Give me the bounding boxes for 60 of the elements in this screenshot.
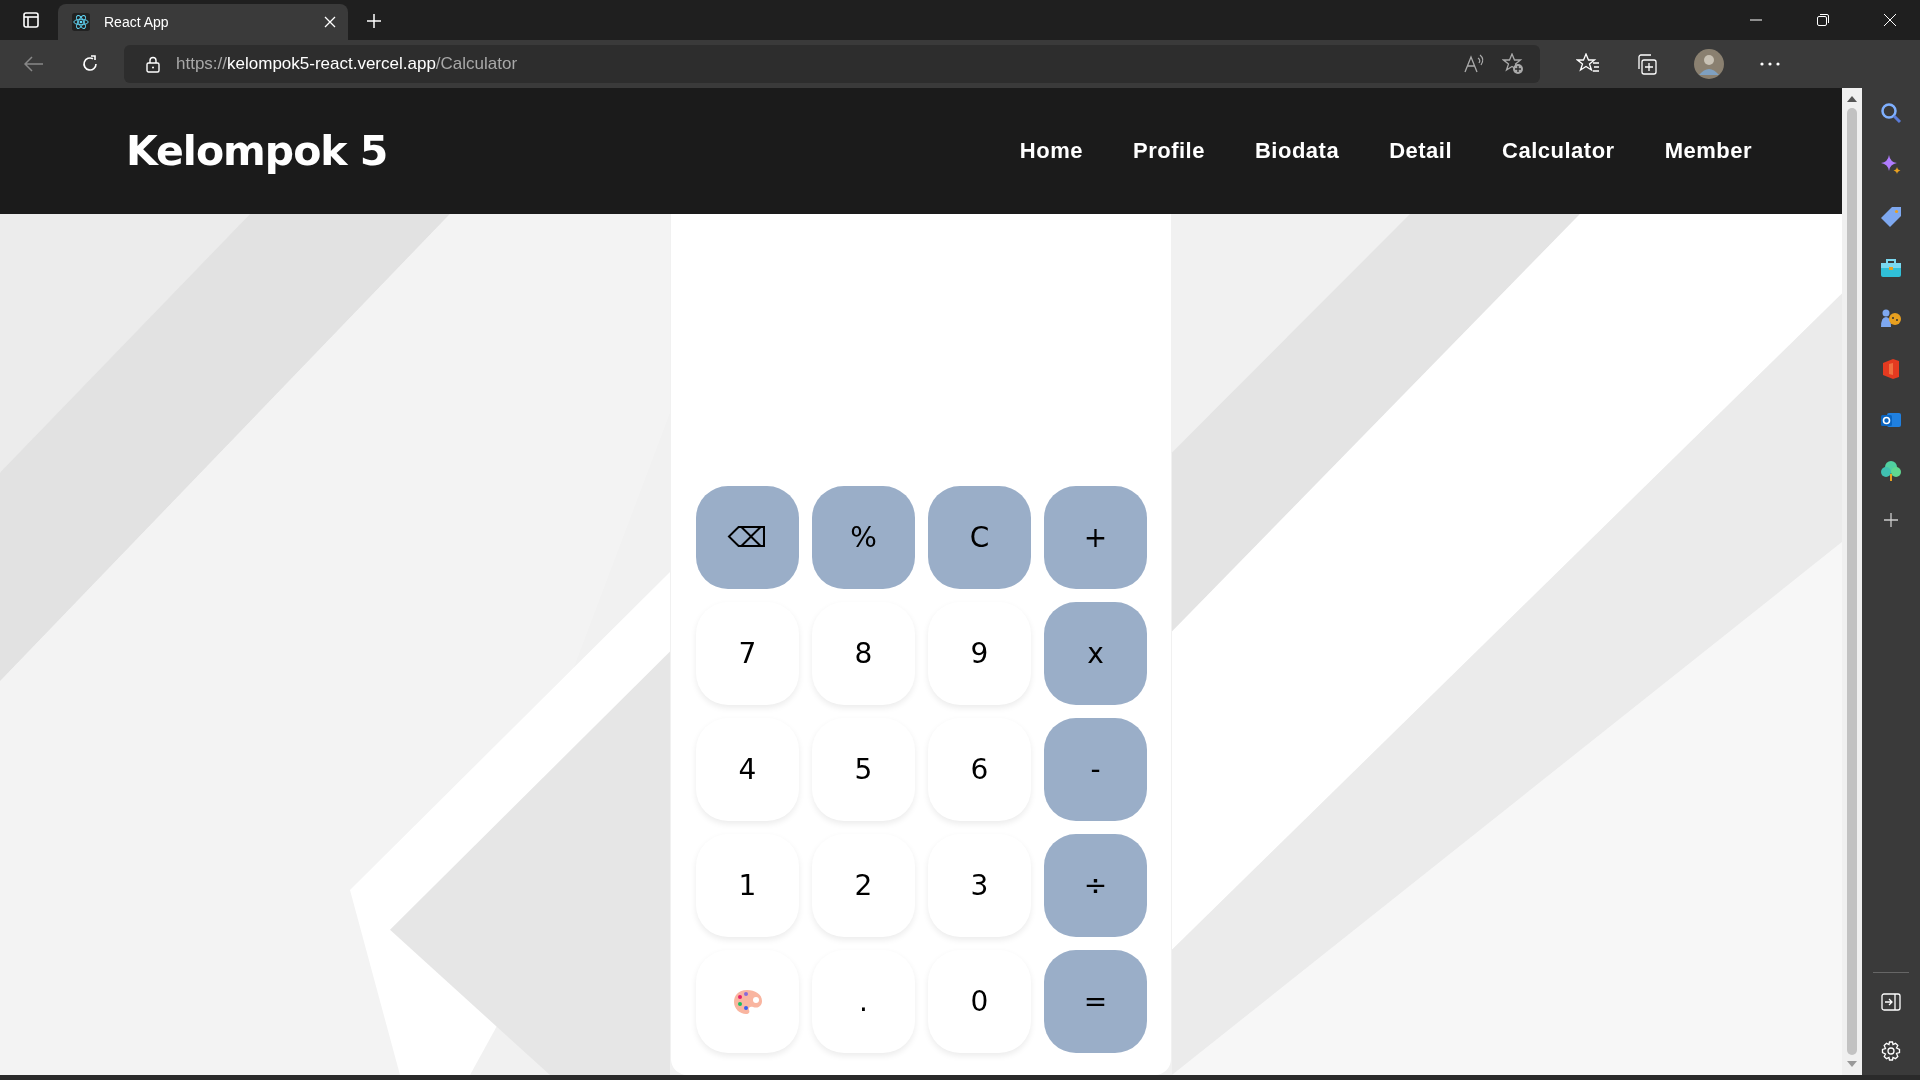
calculator-key[interactable]: ⌫ xyxy=(696,486,799,589)
scroll-up-icon[interactable] xyxy=(1847,96,1857,102)
tab-actions-icon[interactable] xyxy=(22,11,40,29)
settings-icon[interactable] xyxy=(1881,1041,1901,1061)
calculator-key[interactable]: x xyxy=(1044,602,1147,705)
nav-link[interactable]: Calculator xyxy=(1502,138,1615,164)
favorites-icon[interactable] xyxy=(1576,53,1600,75)
site-title: Kelompok 5 xyxy=(126,127,388,175)
tab-title: React App xyxy=(104,14,170,30)
calculator-key[interactable]: + xyxy=(1044,486,1147,589)
scrollbar-thumb[interactable] xyxy=(1847,108,1857,1055)
url-text: https://kelompok5-react.vercel.app/Calculator xyxy=(176,54,518,74)
search-icon[interactable] xyxy=(1880,102,1902,124)
browser-tab[interactable]: React App xyxy=(58,4,348,40)
nav-link[interactable]: Detail xyxy=(1389,138,1453,164)
toolbox-icon[interactable] xyxy=(1880,258,1902,278)
calculator-key[interactable]: . xyxy=(812,950,915,1053)
calculator-key[interactable]: ÷ xyxy=(1044,834,1147,937)
avatar-icon[interactable] xyxy=(1694,49,1724,79)
hide-sidebar-icon[interactable] xyxy=(1881,993,1901,1011)
calculator-key[interactable]: 6 xyxy=(928,718,1031,821)
nav-link[interactable]: Biodata xyxy=(1254,138,1340,164)
address-field[interactable]: https://kelompok5-react.vercel.app/Calculator xyxy=(124,45,1540,83)
lock-icon xyxy=(146,55,160,73)
scrollbar[interactable] xyxy=(1842,88,1862,1075)
calculator-key[interactable]: 8 xyxy=(812,602,915,705)
star-plus-icon[interactable] xyxy=(1502,53,1524,75)
nav-link[interactable]: Profile xyxy=(1132,138,1205,164)
palette-icon xyxy=(732,988,763,1015)
tree-icon[interactable] xyxy=(1880,460,1902,482)
restore-icon[interactable] xyxy=(1817,14,1829,26)
calculator-key[interactable]: 7 xyxy=(696,602,799,705)
back-icon[interactable] xyxy=(24,56,44,72)
close-icon[interactable] xyxy=(1884,14,1896,26)
calculator-key[interactable]: = xyxy=(1044,950,1147,1053)
sparkle-icon[interactable] xyxy=(1880,154,1902,176)
refresh-icon[interactable] xyxy=(80,54,100,74)
calculator-key[interactable]: - xyxy=(1044,718,1147,821)
calculator-key[interactable]: % xyxy=(812,486,915,589)
calculator-key[interactable]: 1 xyxy=(696,834,799,937)
calculator-key[interactable]: 2 xyxy=(812,834,915,937)
calculator-key[interactable]: 0 xyxy=(928,950,1031,1053)
nav-link[interactable]: Member xyxy=(1664,138,1752,164)
atom-icon xyxy=(72,13,90,31)
close-icon[interactable] xyxy=(324,16,336,28)
read-aloud-icon[interactable] xyxy=(1464,54,1486,74)
calculator-key[interactable]: 9 xyxy=(928,602,1031,705)
collections-icon[interactable] xyxy=(1636,53,1658,75)
calculator-key[interactable]: 4 xyxy=(696,718,799,821)
nav-link[interactable]: Home xyxy=(1019,138,1083,164)
calculator-key[interactable]: 3 xyxy=(928,834,1031,937)
more-icon[interactable] xyxy=(1760,62,1780,66)
game-icon[interactable] xyxy=(1880,308,1902,328)
new-tab-icon[interactable] xyxy=(366,13,382,29)
office-icon[interactable] xyxy=(1881,358,1901,380)
calculator-key[interactable]: C xyxy=(928,486,1031,589)
add-icon[interactable] xyxy=(1883,512,1899,528)
tag-icon[interactable] xyxy=(1880,206,1902,228)
mail-icon[interactable] xyxy=(1880,410,1902,430)
calculator-key[interactable]: 5 xyxy=(812,718,915,821)
